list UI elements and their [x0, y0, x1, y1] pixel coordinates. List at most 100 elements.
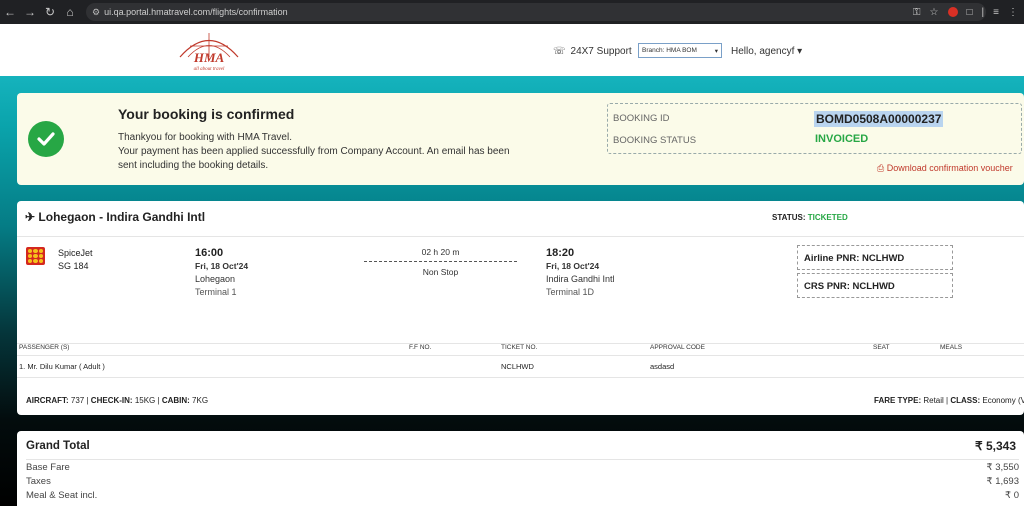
base-fare-label: Base Fare: [26, 462, 70, 473]
meal-seat-label: Meal & Seat incl.: [26, 490, 98, 501]
class-label: CLASS:: [950, 396, 981, 405]
booking-id-label: BOOKING ID: [613, 113, 670, 124]
confirmation-message: Thankyou for booking with HMA Travel. Yo…: [118, 131, 518, 173]
spicejet-logo: [26, 247, 45, 265]
forward-icon[interactable]: →: [20, 0, 40, 24]
logo-tagline: all about travel: [194, 67, 225, 72]
airplane-icon: ✈: [25, 210, 36, 224]
base-fare-value: ₹ 3,550: [986, 462, 1019, 473]
cabin-label: CABIN:: [161, 396, 190, 405]
checkin-label: CHECK-IN:: [90, 396, 133, 405]
price-summary-card: Grand Total ₹ 5,343 Base Fare ₹ 3,550 Ta…: [17, 431, 1024, 506]
arrival-airport: Indira Gandhi Intl: [546, 274, 615, 284]
confirmation-title: Your booking is confirmed: [118, 106, 295, 122]
ticket-number: NCLHWD: [501, 362, 534, 371]
airline-info: SpiceJet SG 184: [58, 247, 93, 273]
stops-value: Non Stop: [422, 267, 459, 277]
support-label: 24X7 Support: [570, 46, 632, 57]
arrival-time: 18:20: [546, 247, 575, 259]
divider: [17, 355, 1024, 356]
fare-type-value: Retail |: [923, 396, 949, 405]
arrival-date: Fri, 18 Oct'24: [546, 261, 600, 271]
browser-menu-icon[interactable]: ⋮: [1008, 7, 1018, 18]
taxes-value: ₹ 1,693: [986, 476, 1019, 487]
download-voucher-label: Download confirmation voucher: [886, 163, 1013, 173]
booking-status-value: INVOICED: [815, 133, 869, 145]
class-value: Economy (V: [982, 396, 1024, 405]
support-link[interactable]: ☏ 24X7 Support: [553, 46, 632, 57]
checkmark-icon: [28, 121, 64, 157]
baggage-info: AIRCRAFT: 737 | CHECK-IN: 15KG | CABIN: …: [26, 396, 208, 405]
airline-pnr: Airline PNR: NCLHWD: [797, 245, 953, 270]
address-bar[interactable]: ⚙ ui.qa.portal.hmatravel.com/flights/con…: [86, 3, 986, 21]
download-voucher-link[interactable]: ⎙ Download confirmation voucher: [877, 163, 1013, 174]
booking-info-box: BOOKING ID BOMD0508A00000237 BOOKING STA…: [607, 103, 1022, 154]
col-approval-code: APPROVAL CODE: [650, 344, 705, 351]
branch-select-value: Branch: HMA BOM: [642, 47, 697, 54]
flight-route: ✈ Lohegaon - Indira Gandhi Intl: [25, 210, 205, 224]
fare-type-label: FARE TYPE:: [874, 396, 922, 405]
aircraft-label: AIRCRAFT:: [26, 396, 69, 405]
table-row: 1. Mr. Dilu Kumar ( Adult ) NCLHWD asdas…: [0, 362, 1024, 374]
aircraft-value: 737 |: [70, 396, 89, 405]
user-menu[interactable]: Hello, agencyf ▾: [731, 46, 802, 57]
col-ticket-no: TICKET NO.: [501, 344, 538, 351]
col-seat: SEAT: [873, 344, 890, 351]
price-row-base-fare: Base Fare ₹ 3,550: [26, 462, 1019, 473]
flight-duration: 02 h 20 m Non Stop: [364, 247, 517, 277]
divider: [17, 236, 1024, 237]
logo-text: HMA: [193, 50, 225, 65]
cabin-value: 7KG: [192, 396, 209, 405]
price-row-meal-seat: Meal & Seat incl. ₹ 0: [26, 490, 1019, 501]
grand-total-value: ₹ 5,343: [975, 439, 1016, 453]
caret-down-icon: ▾: [797, 46, 803, 57]
departure-info: 16:00 Fri, 18 Oct'24 Lohegaon Terminal 1: [195, 246, 248, 299]
confirmation-message-line1: Thankyou for booking with HMA Travel.: [118, 132, 292, 143]
site-header: HMA all about travel ☏ 24X7 Support Bran…: [0, 24, 1024, 76]
grand-total-label: Grand Total: [26, 440, 90, 452]
departure-date: Fri, 18 Oct'24: [195, 261, 249, 271]
passenger-name: 1. Mr. Dilu Kumar ( Adult ): [19, 362, 105, 371]
col-passenger: PASSENGER (S): [19, 344, 70, 351]
duration-value: 02 h 20 m: [421, 247, 460, 257]
divider: [26, 459, 1019, 460]
meal-seat-value: ₹ 0: [1005, 490, 1019, 501]
airline-name: SpiceJet: [58, 248, 93, 258]
browser-toolbar: ← → ↻ ⌂ ⚙ ui.qa.portal.hmatravel.com/fli…: [0, 0, 1024, 24]
flight-number: SG 184: [58, 261, 89, 271]
menu-divider: |: [981, 6, 985, 18]
departure-time: 16:00: [195, 247, 224, 259]
tab-search-icon[interactable]: ≡: [993, 7, 999, 18]
hma-logo[interactable]: HMA all about travel: [176, 30, 242, 72]
confirmation-card: Your booking is confirmed Thankyou for b…: [17, 93, 1024, 185]
col-ff-no: F.F NO.: [409, 344, 432, 351]
branch-select[interactable]: Branch: HMA BOM ▾: [638, 43, 722, 58]
flight-details-card: ✈ Lohegaon - Indira Gandhi Intl STATUS: …: [17, 201, 1024, 415]
home-icon[interactable]: ⌂: [60, 0, 80, 24]
crs-pnr: CRS PNR: NCLHWD: [797, 273, 953, 298]
print-icon: ⎙: [877, 163, 885, 173]
passenger-table-header: PASSENGER (S) F.F NO. TICKET NO. APPROVA…: [0, 344, 1024, 354]
arrival-info: 18:20 Fri, 18 Oct'24 Indira Gandhi Intl …: [546, 246, 615, 299]
extension-icon[interactable]: [947, 7, 958, 17]
back-icon[interactable]: ←: [0, 0, 20, 24]
fare-info: FARE TYPE: Retail | CLASS: Economy (V: [874, 396, 1024, 405]
checkin-value: 15KG |: [134, 396, 160, 405]
bookmark-star-icon[interactable]: ☆: [930, 7, 939, 18]
headset-icon: ☏: [553, 46, 566, 57]
taxes-label: Taxes: [26, 476, 51, 487]
extensions-puzzle-icon[interactable]: □: [967, 7, 973, 18]
approval-code: asdasd: [650, 362, 675, 371]
status-badge: TICKETED: [807, 213, 848, 222]
user-greeting: Hello, agencyf: [731, 46, 795, 57]
chevron-down-icon: ▾: [714, 47, 718, 55]
site-info-icon[interactable]: ⚙: [92, 7, 100, 18]
departure-airport: Lohegaon: [195, 274, 236, 284]
password-key-icon[interactable]: ⚿: [913, 7, 921, 18]
departure-terminal: Terminal 1: [195, 287, 237, 297]
confirmation-message-line2: Your payment has been applied successful…: [118, 146, 510, 171]
reload-icon[interactable]: ↻: [40, 0, 60, 24]
col-meals: MEALS: [940, 344, 963, 351]
ticket-status: STATUS: TICKETED: [772, 213, 848, 222]
booking-id-value[interactable]: BOMD0508A00000237: [814, 111, 944, 127]
